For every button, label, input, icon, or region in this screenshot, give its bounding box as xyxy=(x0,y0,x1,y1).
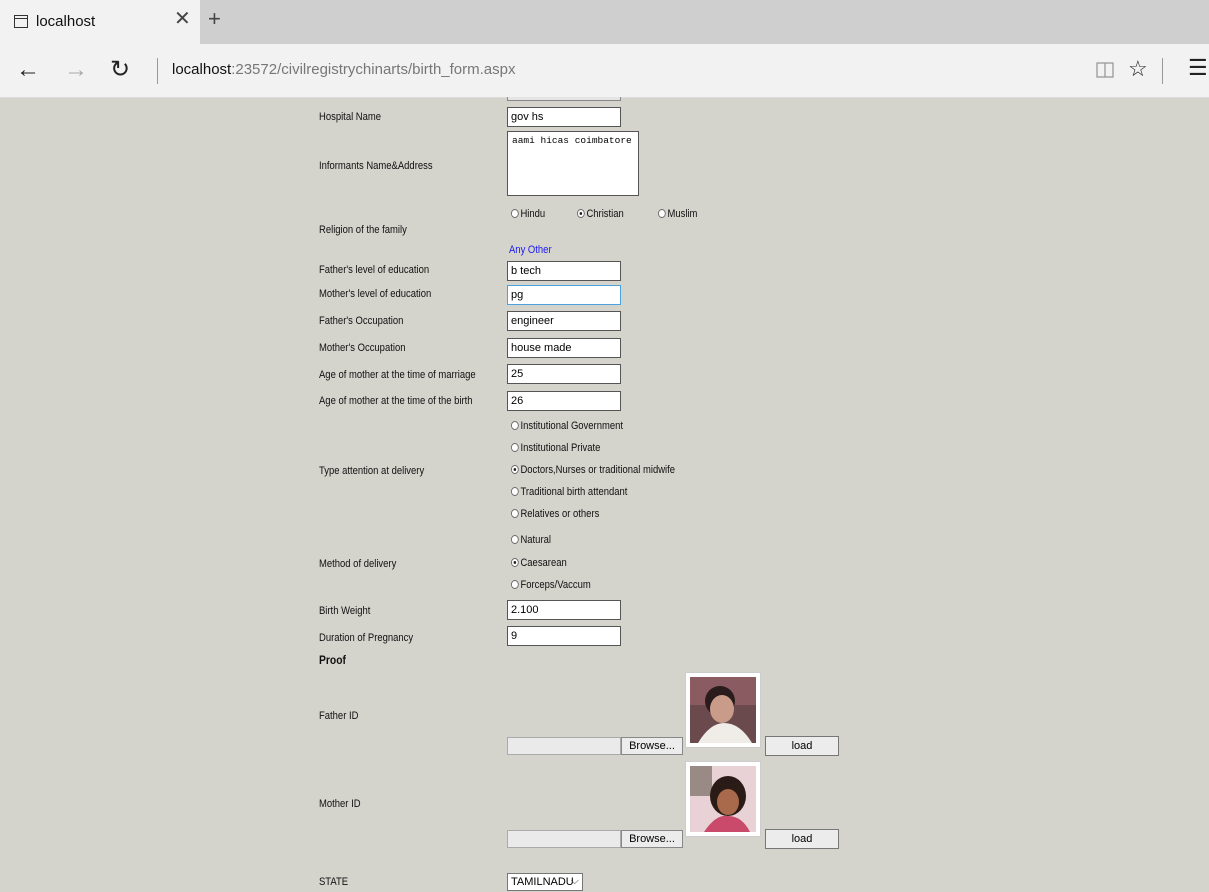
attention-radio-institutional-private[interactable]: Institutional Private xyxy=(511,442,600,454)
father-id-label: Father ID xyxy=(319,710,359,722)
attention-radio-doctors-nurses[interactable]: Doctors,Nurses or traditional midwife xyxy=(511,464,675,476)
address-bar[interactable]: localhost:23572/civilregistrychinarts/bi… xyxy=(172,61,516,78)
radio-circle xyxy=(511,443,519,452)
radio-circle xyxy=(511,421,519,430)
chevron-down-icon: ⌵ xyxy=(570,875,579,887)
state-select[interactable]: TAMILNADU ⌵ xyxy=(507,873,583,891)
hub-menu-icon[interactable]: ☰ xyxy=(1188,56,1208,80)
birth-form: Hospital Name gov hs Informants Name&Add… xyxy=(0,97,1209,892)
father-occupation-label: Father's Occupation xyxy=(319,315,404,327)
method-label: Method of delivery xyxy=(319,558,397,570)
scrolled-input-edge xyxy=(507,97,621,101)
any-other-link[interactable]: Any Other xyxy=(509,244,552,256)
back-icon[interactable]: ← xyxy=(16,58,40,82)
radio-circle xyxy=(511,580,519,589)
proof-heading: Proof xyxy=(319,653,346,667)
informant-label: Informants Name&Address xyxy=(319,160,433,172)
birth-weight-input[interactable]: 2.100 xyxy=(507,600,621,620)
radio-circle-selected xyxy=(511,465,519,474)
mother-occupation-input[interactable]: house made xyxy=(507,338,621,358)
radio-label: Muslim xyxy=(667,208,698,220)
radio-label: Natural xyxy=(520,534,551,546)
father-id-browse-button[interactable]: Browse... xyxy=(621,737,683,755)
radio-label: Christian xyxy=(586,208,624,220)
method-radio-caesarean[interactable]: Caesarean xyxy=(511,557,567,569)
forward-icon[interactable]: → xyxy=(64,58,88,82)
religion-radio-muslim[interactable]: Muslim xyxy=(658,208,697,220)
age-marriage-label: Age of mother at the time of marriage xyxy=(319,369,476,381)
father-education-label: Father's level of education xyxy=(319,264,430,276)
age-marriage-input[interactable]: 25 xyxy=(507,364,621,384)
radio-label: Institutional Private xyxy=(520,442,601,454)
attention-radio-traditional-attendant[interactable]: Traditional birth attendant xyxy=(511,486,627,498)
radio-circle-selected xyxy=(577,209,585,218)
new-tab-icon[interactable]: + xyxy=(208,8,221,30)
father-occupation-input[interactable]: engineer xyxy=(507,311,621,331)
radio-circle xyxy=(511,487,519,496)
radio-label: Doctors,Nurses or traditional midwife xyxy=(520,464,676,476)
religion-label: Religion of the family xyxy=(319,224,407,236)
refresh-icon[interactable]: ↻ xyxy=(110,58,130,82)
attention-radio-institutional-government[interactable]: Institutional Government xyxy=(511,420,623,432)
hospital-name-input[interactable]: gov hs xyxy=(507,107,621,127)
favorites-star-icon[interactable]: ☆ xyxy=(1128,57,1148,81)
radio-circle xyxy=(511,209,519,218)
mother-id-label: Mother ID xyxy=(319,798,361,810)
radio-label: Caesarean xyxy=(520,557,567,569)
birth-weight-label: Birth Weight xyxy=(319,605,371,617)
close-tab-icon[interactable]: ✕ xyxy=(174,9,191,29)
father-id-file-upload[interactable]: Browse... xyxy=(507,737,683,755)
religion-radio-hindu[interactable]: Hindu xyxy=(511,208,545,220)
method-radio-forceps[interactable]: Forceps/Vaccum xyxy=(511,579,591,591)
mother-education-input[interactable]: pg xyxy=(507,285,621,305)
radio-label: Relatives or others xyxy=(520,508,600,520)
browser-tab[interactable]: localhost ✕ xyxy=(0,0,200,44)
attention-radio-relatives[interactable]: Relatives or others xyxy=(511,508,599,520)
father-id-load-button[interactable]: load xyxy=(765,736,839,756)
father-photo-image xyxy=(690,677,756,743)
pregnancy-duration-label: Duration of Pregnancy xyxy=(319,632,414,644)
informant-textarea[interactable]: aami hicas coimbatore xyxy=(507,131,639,196)
mother-photo-image xyxy=(690,766,756,832)
mother-id-file-upload[interactable]: Browse... xyxy=(507,830,683,848)
age-birth-input[interactable]: 26 xyxy=(507,391,621,411)
radio-circle xyxy=(511,509,519,518)
pregnancy-duration-input[interactable]: 9 xyxy=(507,626,621,646)
tab-page-icon xyxy=(14,15,28,28)
father-id-file-path[interactable] xyxy=(507,737,621,755)
divider xyxy=(1162,58,1163,84)
mother-id-file-path[interactable] xyxy=(507,830,621,848)
mother-id-photo xyxy=(685,761,761,837)
hospital-name-label: Hospital Name xyxy=(319,111,382,123)
mother-id-load-button[interactable]: load xyxy=(765,829,839,849)
reading-view-icon[interactable] xyxy=(1096,61,1114,79)
father-education-input[interactable]: b tech xyxy=(507,261,621,281)
mother-education-label: Mother's level of education xyxy=(319,288,432,300)
method-radio-natural[interactable]: Natural xyxy=(511,534,551,546)
navigation-bar: ← → ↻ localhost:23572/civilregistrychina… xyxy=(0,44,1209,98)
url-path: :23572/civilregistrychinarts/birth_form.… xyxy=(231,61,516,78)
mother-occupation-label: Mother's Occupation xyxy=(319,342,406,354)
state-selected-value: TAMILNADU xyxy=(511,876,574,888)
religion-radio-christian[interactable]: Christian xyxy=(577,208,624,220)
attention-label: Type attention at delivery xyxy=(319,465,425,477)
radio-label: Forceps/Vaccum xyxy=(520,579,591,591)
tab-title: localhost xyxy=(36,13,96,30)
radio-label: Institutional Government xyxy=(520,420,624,432)
father-id-photo xyxy=(685,672,761,748)
tab-bar: localhost ✕ + xyxy=(0,0,1209,44)
radio-circle xyxy=(658,209,666,218)
state-label: STATE xyxy=(319,876,349,888)
radio-label: Traditional birth attendant xyxy=(520,486,628,498)
divider xyxy=(157,58,158,84)
radio-circle xyxy=(511,535,519,544)
url-host: localhost xyxy=(172,61,232,78)
age-birth-label: Age of mother at the time of the birth xyxy=(319,395,473,407)
mother-id-browse-button[interactable]: Browse... xyxy=(621,830,683,848)
radio-circle-selected xyxy=(511,558,519,567)
radio-label: Hindu xyxy=(520,208,546,220)
